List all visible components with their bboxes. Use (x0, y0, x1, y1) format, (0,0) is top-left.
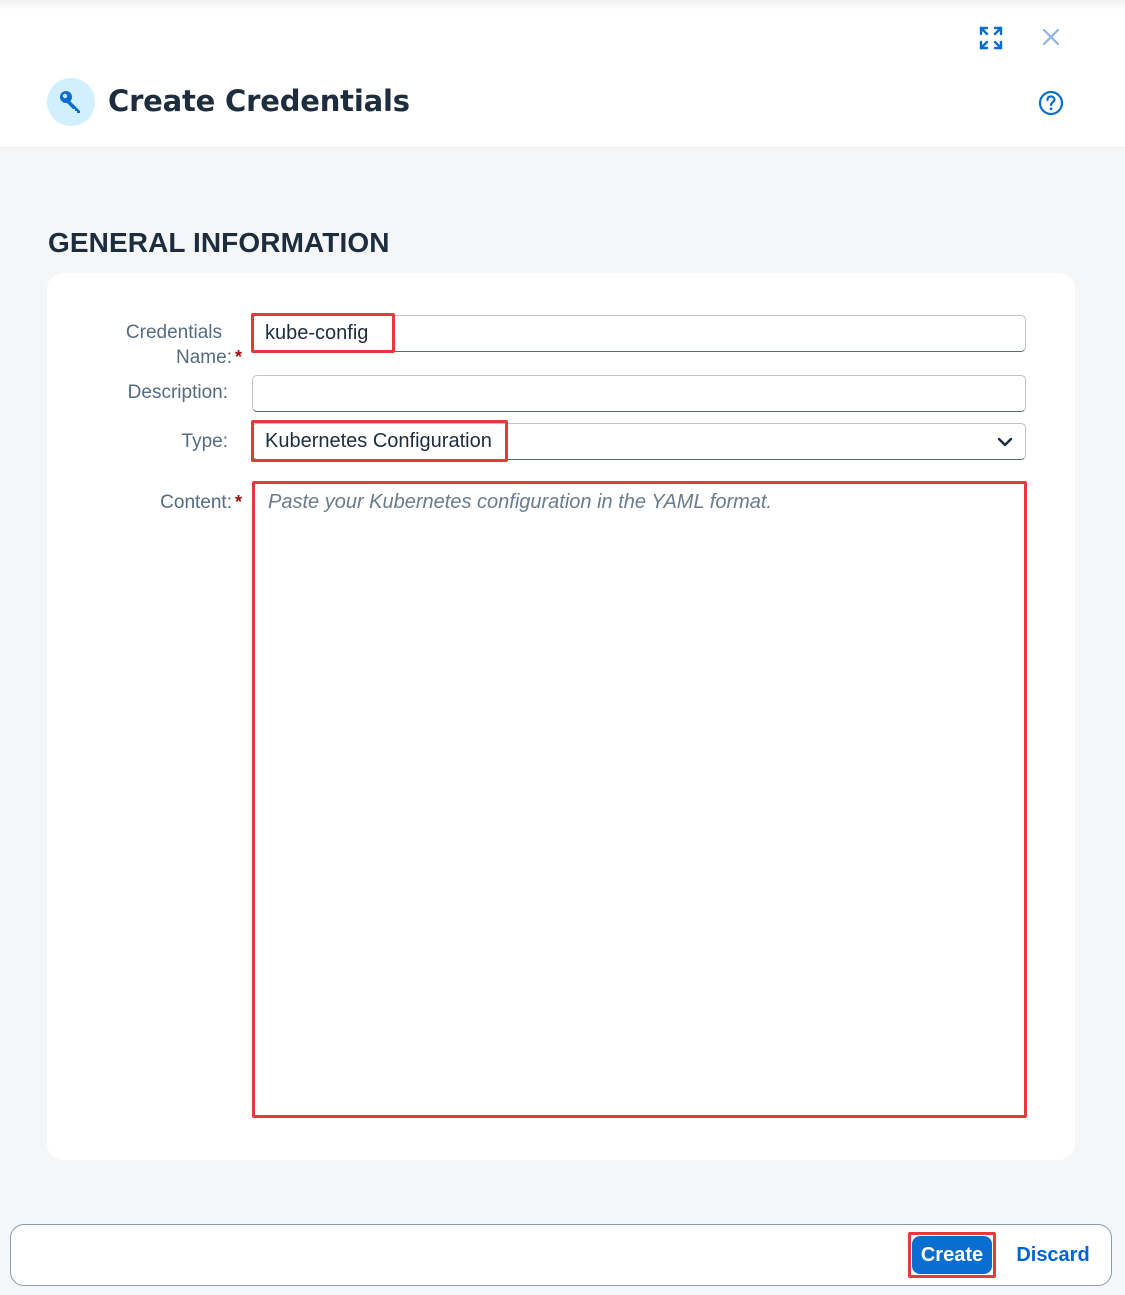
close-icon[interactable] (1036, 22, 1066, 52)
content-textarea[interactable]: Paste your Kubernetes configuration in t… (252, 482, 1026, 1118)
key-icon (47, 78, 95, 126)
type-label: Type: (181, 431, 228, 452)
credentials-name-label-line1: Credentials (125, 322, 222, 343)
description-label: Description: (127, 382, 228, 403)
content-label: Content: * (80, 490, 242, 515)
help-icon[interactable] (1036, 88, 1066, 118)
page-title: Create Credentials (108, 84, 410, 118)
create-button[interactable]: Create (912, 1236, 992, 1274)
section-title: GENERAL INFORMATION (48, 227, 390, 258)
discard-button[interactable]: Discard (1010, 1236, 1096, 1274)
fullscreen-icon[interactable] (975, 22, 1007, 54)
chevron-down-icon (997, 436, 1013, 448)
credentials-name-label-line2: Name: (176, 347, 232, 368)
credentials-name-value: kube-config (265, 322, 369, 344)
type-select[interactable]: Kubernetes Configuration (252, 423, 1026, 460)
type-value: Kubernetes Configuration (265, 430, 492, 452)
description-input[interactable] (252, 375, 1026, 412)
content-label-text: Content: (160, 492, 232, 513)
dialog-header: Create Credentials (0, 0, 1125, 147)
required-marker: * (234, 492, 242, 512)
content-placeholder: Paste your Kubernetes configuration in t… (268, 491, 773, 513)
required-marker: * (234, 347, 242, 367)
credentials-name-label: Credentials Name: * (100, 321, 242, 370)
credentials-name-input[interactable]: kube-config (252, 315, 1026, 352)
